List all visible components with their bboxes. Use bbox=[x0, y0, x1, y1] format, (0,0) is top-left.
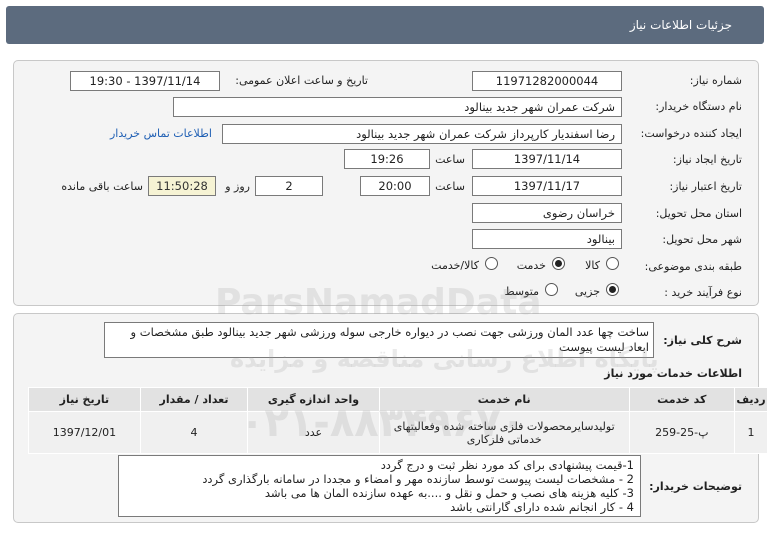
table-row[interactable]: 1 پ-25-259 تولیدسایرمحصولات فلزی ساخته ش… bbox=[28, 411, 769, 454]
city-label: شهر محل تحویل: bbox=[662, 233, 742, 246]
validity-date-field[interactable]: 1397/11/17 bbox=[472, 176, 622, 196]
validity-date-label: تاریخ اعتبار نیاز: bbox=[669, 180, 742, 193]
province-field[interactable]: خراسان رضوی bbox=[472, 203, 622, 223]
announce-label: تاریخ و ساعت اعلان عمومی: bbox=[235, 74, 368, 87]
province-label: استان محل تحویل: bbox=[655, 207, 742, 220]
process-option-medium: متوسط bbox=[504, 285, 539, 298]
created-time-field[interactable]: 19:26 bbox=[344, 149, 430, 169]
city-field[interactable]: بینالود bbox=[472, 229, 622, 249]
col-qty: تعداد / مقدار bbox=[139, 387, 249, 412]
notes-label: توضیحات خریدار: bbox=[649, 480, 742, 493]
category-label: طبقه بندی موضوعی: bbox=[644, 260, 742, 273]
services-table: ردیف کد خدمت نام خدمت واحد اندازه گیری ت… bbox=[28, 387, 769, 454]
category-radio-goods[interactable] bbox=[606, 257, 619, 270]
col-code: کد خدمت bbox=[628, 387, 735, 412]
notes-line-1: 1-قیمت پیشنهادی برای کد مورد نظر ثبت و د… bbox=[380, 458, 634, 472]
services-section-title: اطلاعات خدمات مورد نیاز bbox=[604, 367, 742, 380]
col-row: ردیف bbox=[733, 387, 769, 412]
notes-line-4: 4 - کار انجانم شده دارای گارانتی باشد bbox=[450, 500, 634, 514]
category-option-service: خدمت bbox=[516, 259, 546, 272]
process-option-minor: جزیی bbox=[574, 285, 600, 298]
remaining-time-field: 11:50:28 bbox=[148, 176, 216, 196]
page-title: جزئیات اطلاعات نیاز bbox=[629, 18, 732, 32]
buyer-notes: 1-قیمت پیشنهادی برای کد مورد نظر ثبت و د… bbox=[118, 455, 641, 517]
category-radio-service[interactable] bbox=[552, 257, 565, 270]
col-date: تاریخ نیاز bbox=[28, 387, 141, 412]
need-number-field[interactable]: 11971282000044 bbox=[472, 71, 622, 91]
col-unit: واحد اندازه گیری bbox=[247, 387, 380, 412]
process-label: نوع فرآیند خرید : bbox=[664, 286, 742, 299]
days-label: روز و bbox=[225, 180, 250, 193]
validity-time-label: ساعت bbox=[435, 180, 465, 193]
process-radio-minor[interactable] bbox=[606, 283, 619, 296]
need-number-label: شماره نیاز: bbox=[689, 74, 742, 87]
cell-qty: 4 bbox=[139, 411, 249, 454]
summary-label: شرح کلی نیاز: bbox=[663, 334, 742, 347]
announce-field[interactable]: 1397/11/14 - 19:30 bbox=[70, 71, 220, 91]
created-time-label: ساعت bbox=[435, 153, 465, 166]
creator-field[interactable]: رضا اسفندیار کارپرداز شرکت عمران شهر جدی… bbox=[222, 124, 622, 144]
category-option-goods-service: کالا/خدمت bbox=[431, 259, 479, 272]
created-date-field[interactable]: 1397/11/14 bbox=[472, 149, 622, 169]
buyer-label: نام دستگاه خریدار: bbox=[655, 100, 742, 113]
validity-time-field[interactable]: 20:00 bbox=[360, 176, 430, 196]
buyer-contact-link[interactable]: اطلاعات تماس خریدار bbox=[110, 127, 212, 140]
cell-row: 1 bbox=[733, 411, 769, 454]
summary-text: ساخت چها عدد المان ورزشی جهت نصب در دیوا… bbox=[104, 322, 654, 358]
cell-code: پ-25-259 bbox=[628, 411, 735, 454]
created-date-label: تاریخ ایجاد نیاز: bbox=[672, 153, 742, 166]
col-name: نام خدمت bbox=[378, 387, 630, 412]
cell-unit: عدد bbox=[247, 411, 380, 454]
page-header: جزئیات اطلاعات نیاز bbox=[6, 6, 764, 44]
services-table-header: ردیف کد خدمت نام خدمت واحد اندازه گیری ت… bbox=[28, 387, 769, 412]
category-option-goods: کالا bbox=[585, 259, 600, 272]
notes-line-3: 3- کلیه هزینه های نصب و حمل و نقل و ....… bbox=[264, 486, 634, 500]
category-radio-goods-service[interactable] bbox=[485, 257, 498, 270]
buyer-field[interactable]: شرکت عمران شهر جدید بینالود bbox=[173, 97, 622, 117]
cell-name: تولیدسایرمحصولات فلزی ساخته شده وفعالیته… bbox=[378, 411, 630, 454]
remaining-label: ساعت باقی مانده bbox=[61, 180, 143, 193]
remaining-days-field[interactable]: 2 bbox=[255, 176, 323, 196]
cell-date: 1397/12/01 bbox=[28, 411, 141, 454]
process-radio-medium[interactable] bbox=[545, 283, 558, 296]
creator-label: ایجاد کننده درخواست: bbox=[640, 127, 742, 140]
notes-line-2: 2 - مشخصات لیست پیوست توسط سازنده مهر و … bbox=[202, 472, 634, 486]
